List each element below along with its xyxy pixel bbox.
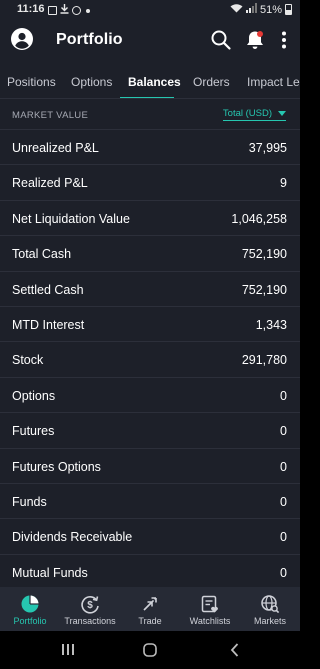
nav-portfolio[interactable]: Portfolio bbox=[0, 587, 60, 631]
dropdown-triangle-icon bbox=[278, 111, 286, 116]
recent-apps-icon[interactable] bbox=[61, 643, 75, 656]
balance-label: Options bbox=[12, 388, 56, 403]
balance-value: 0 bbox=[280, 565, 287, 580]
balance-label: Stock bbox=[12, 353, 44, 368]
nav-markets[interactable]: Markets bbox=[240, 587, 300, 631]
market-value-label: MARKET VALUE bbox=[12, 110, 89, 121]
balance-row-dividends-receivable: Dividends Receivable 0 bbox=[0, 519, 300, 555]
balance-row-funds: Funds 0 bbox=[0, 484, 300, 520]
balance-row-net-liquidation: Net Liquidation Value 1,046,258 bbox=[0, 201, 300, 237]
balance-row-settled-cash: Settled Cash 752,190 bbox=[0, 272, 300, 307]
more-vertical-icon[interactable] bbox=[277, 29, 291, 51]
dollar-cycle-icon: $ bbox=[81, 596, 99, 614]
balance-value: 0 bbox=[280, 494, 287, 509]
balance-row-mtd-interest: MTD Interest 1,343 bbox=[0, 307, 300, 343]
balance-label: Total Cash bbox=[12, 247, 72, 262]
balance-label: Unrealized P&L bbox=[12, 141, 99, 155]
nav-label: Portfolio bbox=[13, 616, 47, 626]
nav-label: Watchlists bbox=[189, 616, 231, 626]
balance-row-realized-pnl: Realized P&L 9 bbox=[0, 165, 300, 201]
account-icon[interactable] bbox=[11, 28, 33, 50]
balance-value: 37,995 bbox=[248, 141, 287, 155]
page-title: Portfolio bbox=[56, 31, 123, 48]
balance-row-mutual-funds: Mutual Funds 0 bbox=[0, 555, 300, 587]
tab-positions[interactable]: Positions bbox=[7, 75, 56, 89]
portfolio-screen: 11:16 51% Portfolio Positions Options Ba… bbox=[0, 0, 300, 669]
balance-label: Futures Options bbox=[12, 459, 101, 474]
status-bar: 11:16 51% bbox=[0, 0, 300, 20]
signal-icon bbox=[245, 3, 257, 16]
balance-label: Dividends Receivable bbox=[12, 530, 133, 545]
circle-icon bbox=[72, 6, 81, 15]
balance-value: 752,190 bbox=[241, 282, 287, 297]
nav-label: Markets bbox=[253, 616, 286, 626]
dot-icon bbox=[86, 8, 90, 13]
status-notification-icons bbox=[48, 4, 90, 17]
tab-balances[interactable]: Balances bbox=[128, 75, 181, 89]
tab-impact-lens[interactable]: Impact Len bbox=[247, 75, 300, 89]
balance-row-options: Options 0 bbox=[0, 378, 300, 414]
wifi-icon bbox=[230, 3, 243, 16]
balance-row-futures-options: Futures Options 0 bbox=[0, 449, 300, 484]
currency-dropdown-value: Total (USD) bbox=[222, 108, 272, 119]
pie-chart-icon bbox=[21, 595, 39, 613]
balances-list: MARKET VALUE Total (USD) Unrealized P&L … bbox=[0, 100, 300, 587]
tab-options[interactable]: Options bbox=[71, 75, 112, 89]
globe-search-icon bbox=[261, 595, 280, 614]
balance-value: 0 bbox=[280, 459, 287, 474]
balance-label: Futures bbox=[12, 424, 55, 439]
bottom-navigation: Portfolio $ Transactions Trade Watchlist… bbox=[0, 587, 300, 631]
balance-value: 1,343 bbox=[255, 317, 287, 332]
balance-label: Net Liquidation Value bbox=[12, 211, 130, 226]
active-tab-indicator bbox=[120, 97, 174, 98]
battery-icon bbox=[285, 4, 292, 15]
status-time: 11:16 bbox=[17, 3, 45, 15]
status-system-icons: 51% bbox=[230, 3, 292, 16]
balance-value: 0 bbox=[280, 424, 287, 439]
download-icon bbox=[60, 4, 69, 17]
balance-label: Settled Cash bbox=[12, 282, 84, 297]
nav-label: Trade bbox=[138, 616, 162, 626]
tab-orders[interactable]: Orders bbox=[193, 75, 230, 89]
notification-badge bbox=[257, 31, 263, 37]
balance-value: 752,190 bbox=[241, 247, 287, 262]
system-navigation-bar bbox=[0, 631, 300, 669]
search-icon[interactable] bbox=[210, 29, 232, 51]
nav-label: Transactions bbox=[64, 616, 116, 626]
balance-value: 0 bbox=[280, 530, 287, 545]
balance-value: 9 bbox=[280, 176, 287, 191]
balance-row-stock: Stock 291,780 bbox=[0, 342, 300, 378]
svg-text:$: $ bbox=[87, 600, 93, 611]
battery-percent: 51% bbox=[259, 3, 282, 16]
home-icon[interactable] bbox=[143, 643, 157, 657]
back-icon[interactable] bbox=[230, 643, 239, 657]
balance-row-total-cash: Total Cash 752,190 bbox=[0, 236, 300, 272]
watchlist-heart-icon bbox=[201, 595, 218, 613]
nav-trade[interactable]: Trade bbox=[120, 587, 180, 631]
balance-value: 0 bbox=[280, 388, 287, 403]
portfolio-tabs: Positions Options Balances Orders Impact… bbox=[0, 64, 300, 99]
balance-row-futures: Futures 0 bbox=[0, 413, 300, 449]
nav-transactions[interactable]: $ Transactions bbox=[60, 587, 120, 631]
trade-arrows-icon bbox=[143, 597, 157, 611]
balance-label: Realized P&L bbox=[12, 176, 88, 191]
balance-label: MTD Interest bbox=[12, 317, 85, 332]
balance-label: Mutual Funds bbox=[12, 565, 88, 580]
app-header: Portfolio bbox=[0, 20, 300, 64]
market-value-header: MARKET VALUE Total (USD) bbox=[0, 100, 300, 130]
currency-dropdown[interactable]: Total (USD) bbox=[222, 108, 286, 121]
balance-label: Funds bbox=[12, 494, 47, 509]
nav-watchlists[interactable]: Watchlists bbox=[180, 587, 240, 631]
balance-value: 291,780 bbox=[241, 353, 287, 368]
balance-row-unrealized-pnl: Unrealized P&L 37,995 bbox=[0, 130, 300, 166]
gallery-icon bbox=[48, 6, 57, 15]
balance-value: 1,046,258 bbox=[231, 211, 287, 226]
